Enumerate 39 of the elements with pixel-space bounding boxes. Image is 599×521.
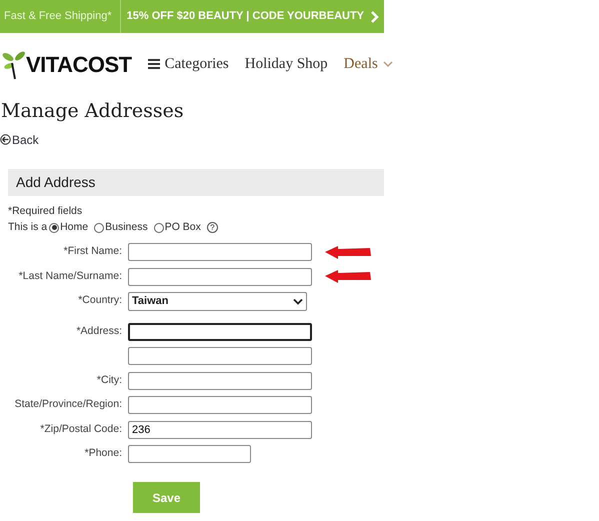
address-type-label: This is a xyxy=(8,220,48,236)
field-label: State/Province/Region: xyxy=(14,397,123,412)
input-field[interactable] xyxy=(128,347,312,366)
nav-link[interactable]: Holiday Shop xyxy=(244,52,328,76)
radio-label: PO Box xyxy=(164,220,201,236)
radio-button[interactable] xyxy=(154,222,164,233)
chevron-down-icon xyxy=(293,298,303,305)
input-field[interactable] xyxy=(128,268,312,286)
field-label: *Address: xyxy=(75,324,123,339)
input-field[interactable] xyxy=(128,243,312,262)
field-label: *Last Name/Surname: xyxy=(18,268,123,284)
required-note: *Required fields xyxy=(8,204,84,220)
nav-link[interactable]: Categories xyxy=(148,52,229,76)
leaf-logo-icon xyxy=(2,50,26,80)
field-label: *Country: xyxy=(77,293,123,308)
chevron-down-icon xyxy=(382,60,393,68)
back-arrow-icon xyxy=(0,134,11,146)
input-field[interactable]: 236 xyxy=(128,420,312,439)
field-label: *First Name: xyxy=(62,244,123,260)
help-icon[interactable]: ? xyxy=(206,222,218,234)
country-select[interactable]: Taiwan xyxy=(128,292,307,311)
page-title: Manage Addresses xyxy=(1,100,185,123)
chevron-right-icon xyxy=(370,10,380,22)
section-title: Add Address xyxy=(16,173,96,192)
back-link[interactable]: Back xyxy=(0,130,39,149)
radio-button[interactable] xyxy=(94,222,104,233)
input-field[interactable] xyxy=(128,372,312,390)
radio-label: Business xyxy=(105,220,148,236)
nav-link[interactable]: Deals xyxy=(344,52,393,76)
logo[interactable]: VITACOST xyxy=(26,48,132,80)
input-field[interactable] xyxy=(128,322,312,341)
input-field[interactable] xyxy=(128,396,312,414)
input-field[interactable] xyxy=(128,445,251,464)
field-label: *City: xyxy=(96,372,123,388)
field-label: *Zip/Postal Code: xyxy=(39,422,123,437)
radio-button[interactable] xyxy=(49,222,60,233)
field-label: *Phone: xyxy=(84,446,123,462)
radio-label: Home xyxy=(60,220,88,236)
menu-icon xyxy=(148,58,160,70)
